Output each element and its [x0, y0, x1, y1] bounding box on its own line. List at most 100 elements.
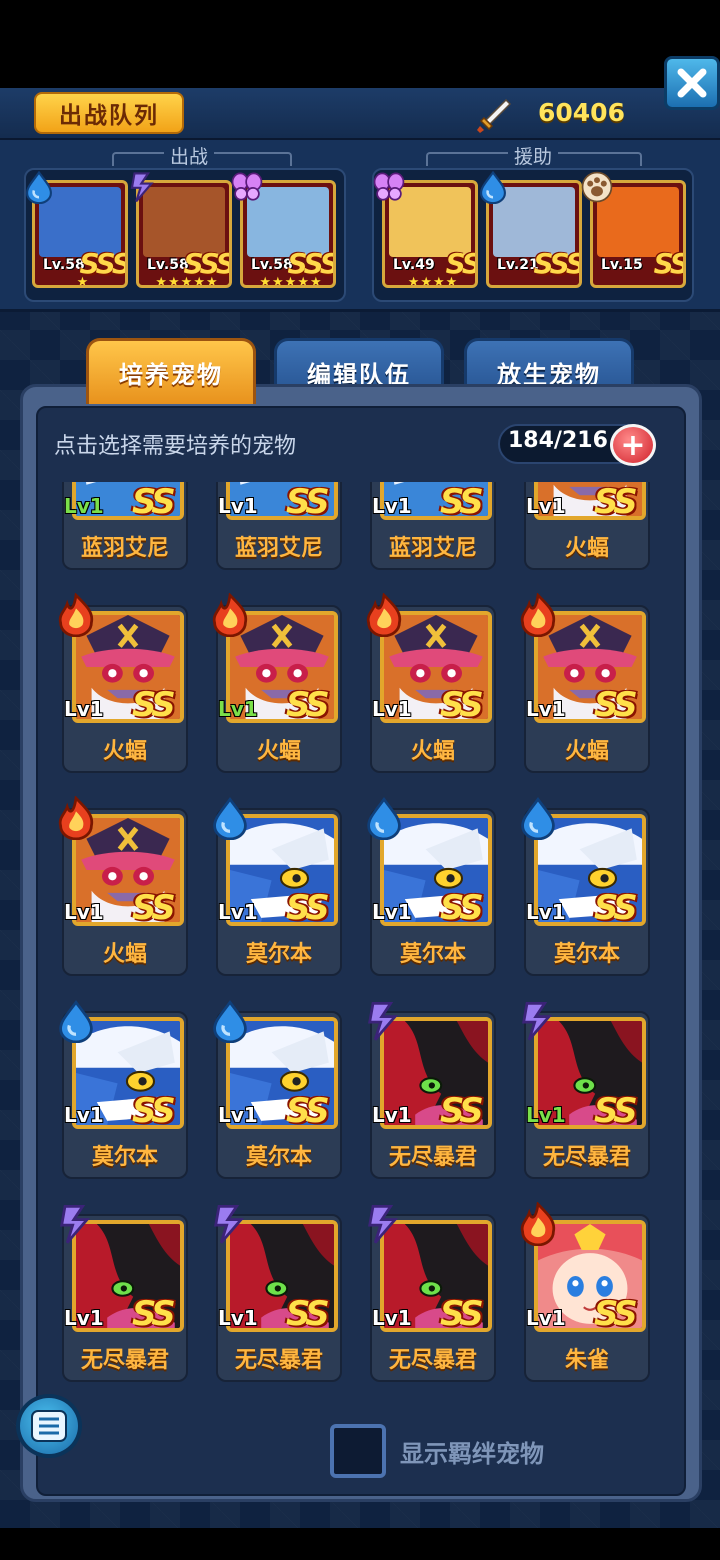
pet-card[interactable]: Lv1 SS 火蝠 — [516, 482, 650, 596]
pet-name: 莫尔本 — [553, 942, 620, 967]
paw-icon — [580, 170, 614, 204]
pet-card[interactable]: Lv1 SS 火蝠 — [54, 795, 188, 1002]
support-hero-slot[interactable]: Lv.49 SS ★★★★ — [373, 172, 478, 288]
battle-hero-slot[interactable]: Lv.58 SSS ★★★★★ — [130, 172, 232, 288]
show-bond-pets-label: 显示羁绊宠物 — [400, 1440, 544, 1468]
game-screen: 出战队列 60406 出战 援助 Lv.58 SSS ★ Lv.58 SSS ★… — [0, 0, 720, 1560]
hero-grade: SS — [653, 247, 686, 280]
pet-card[interactable]: Lv1 SS 莫尔本 — [208, 999, 342, 1205]
butterfly-icon — [372, 170, 406, 204]
pet-card[interactable]: Lv1 SS 火蝠 — [516, 592, 650, 799]
water-drop-icon — [54, 999, 98, 1044]
pet-level: Lv1 — [372, 1103, 412, 1127]
team-lineup-title: 出战队列 — [34, 92, 184, 134]
hero-stars: ★★★★ — [407, 275, 459, 288]
status-bar — [0, 0, 720, 88]
pet-card[interactable]: Lv1 SS 莫尔本 — [208, 796, 342, 1002]
pet-grade: SS — [594, 685, 638, 725]
pet-grade: SS — [286, 1091, 330, 1131]
pet-card[interactable]: Lv1 SS 无尽暴君 — [54, 1205, 188, 1400]
pet-card[interactable]: Lv1 SS 朱雀 — [516, 1201, 650, 1400]
pet-name: 火蝠 — [256, 739, 301, 764]
pet-card[interactable]: Lv1 SS 火蝠 — [54, 592, 188, 799]
water-drop-icon — [476, 170, 510, 205]
pet-card[interactable]: Lv1 SS 莫尔本 — [362, 796, 496, 1002]
pet-level: Lv1 — [526, 900, 566, 924]
pet-grade: SS — [594, 482, 638, 522]
close-icon — [677, 68, 707, 98]
battle-hero-slot[interactable]: Lv.58 SSS ★ — [26, 170, 128, 288]
show-bond-pets-checkbox[interactable] — [330, 1424, 386, 1478]
pet-name: 蓝羽艾尼 — [80, 536, 169, 561]
pet-level: Lv1 — [64, 900, 104, 924]
pet-name: 火蝠 — [102, 942, 147, 967]
pet-name: 莫尔本 — [399, 942, 466, 967]
pet-grade: SS — [440, 888, 484, 928]
hero-level: Lv.15 — [601, 257, 643, 273]
pet-name: 火蝠 — [410, 739, 455, 764]
support-hero-slot[interactable]: Lv.21 SSS — [480, 170, 582, 288]
pet-grade: SS — [594, 1091, 638, 1131]
pet-card[interactable]: Lv1 SS 火蝠 — [208, 592, 342, 799]
pet-card[interactable]: Lv1 SS 无尽暴君 — [516, 1002, 650, 1205]
pet-card[interactable]: Lv1 SS 火蝠 — [362, 592, 496, 799]
tab-train-pet[interactable]: 培养宠物 — [86, 338, 256, 404]
battle-hero-slot[interactable]: Lv.58 SSS ★★★★★ — [231, 172, 336, 288]
pet-level: Lv1 — [64, 1306, 104, 1330]
pet-name: 莫尔本 — [245, 942, 312, 967]
lightning-icon — [126, 170, 160, 204]
pet-card[interactable]: Lv1 SS 无尽暴君 — [362, 1002, 496, 1205]
pet-name: 朱雀 — [564, 1348, 609, 1373]
pet-grade: SS — [594, 1294, 638, 1334]
pet-name: 无尽暴君 — [388, 1348, 477, 1373]
pet-name: 火蝠 — [564, 739, 609, 764]
pet-count: 184/216 — [508, 428, 608, 453]
plus-icon: + — [620, 427, 646, 463]
combat-power-value: 60406 — [538, 98, 625, 127]
pet-grade: SS — [286, 685, 330, 725]
pet-card[interactable]: Lv1 SS 无尽暴君 — [208, 1205, 342, 1400]
select-hint: 点击选择需要培养的宠物 — [54, 434, 297, 459]
pet-card[interactable]: Lv1 SS 蓝羽艾尼 — [362, 482, 496, 596]
pet-name: 火蝠 — [102, 739, 147, 764]
pet-level: Lv1 — [64, 494, 104, 518]
lightning-icon — [362, 1202, 406, 1246]
pet-grid[interactable]: Lv1 SS 蓝羽艾尼 Lv1 SS 蓝羽艾尼 Lv1 SS 蓝羽艾尼 Lv1 … — [54, 482, 670, 1400]
pet-name: 莫尔本 — [91, 1145, 158, 1170]
support-hero-slot[interactable]: Lv.15 SS — [581, 171, 686, 288]
pet-level: Lv1 — [218, 494, 258, 518]
nav-bar — [0, 1528, 720, 1560]
pet-level: Lv1 — [526, 494, 566, 518]
pet-card[interactable]: Lv1 SS 莫尔本 — [54, 999, 188, 1205]
fire-icon — [54, 795, 98, 841]
pet-level: Lv1 — [372, 900, 412, 924]
pet-level: Lv1 — [218, 697, 258, 721]
pet-grade: SS — [440, 685, 484, 725]
pet-level: Lv1 — [372, 494, 412, 518]
close-button[interactable] — [664, 56, 720, 110]
hero-stars: ★ — [76, 275, 90, 288]
pet-card[interactable]: Lv1 SS 蓝羽艾尼 — [208, 482, 342, 596]
pet-name: 无尽暴君 — [542, 1145, 631, 1170]
pet-card[interactable]: Lv1 SS 莫尔本 — [516, 796, 650, 1002]
hero-stars: ★★★★★ — [155, 275, 219, 288]
sword-icon — [477, 98, 512, 133]
pet-card[interactable]: Lv1 SS 无尽暴君 — [362, 1205, 496, 1400]
lightning-icon — [208, 1202, 252, 1246]
pet-card[interactable]: Lv1 SS 蓝羽艾尼 — [54, 482, 188, 596]
fire-icon — [516, 1201, 560, 1247]
pet-grade: SS — [286, 1294, 330, 1334]
battle-group-label: 出战 — [164, 142, 215, 169]
lightning-icon — [516, 999, 560, 1043]
expand-capacity-button[interactable]: + — [610, 424, 656, 466]
menu-button[interactable] — [16, 1394, 82, 1458]
hero-level: Lv.49 — [393, 257, 435, 273]
pet-name: 莫尔本 — [245, 1145, 312, 1170]
pet-level: Lv1 — [526, 1103, 566, 1127]
pet-grade: SS — [132, 1091, 176, 1131]
pet-grade: SS — [132, 888, 176, 928]
pet-level: Lv1 — [526, 1306, 566, 1330]
water-drop-icon — [208, 999, 252, 1044]
pet-grade: SS — [440, 482, 484, 522]
pet-name: 火蝠 — [564, 536, 609, 561]
